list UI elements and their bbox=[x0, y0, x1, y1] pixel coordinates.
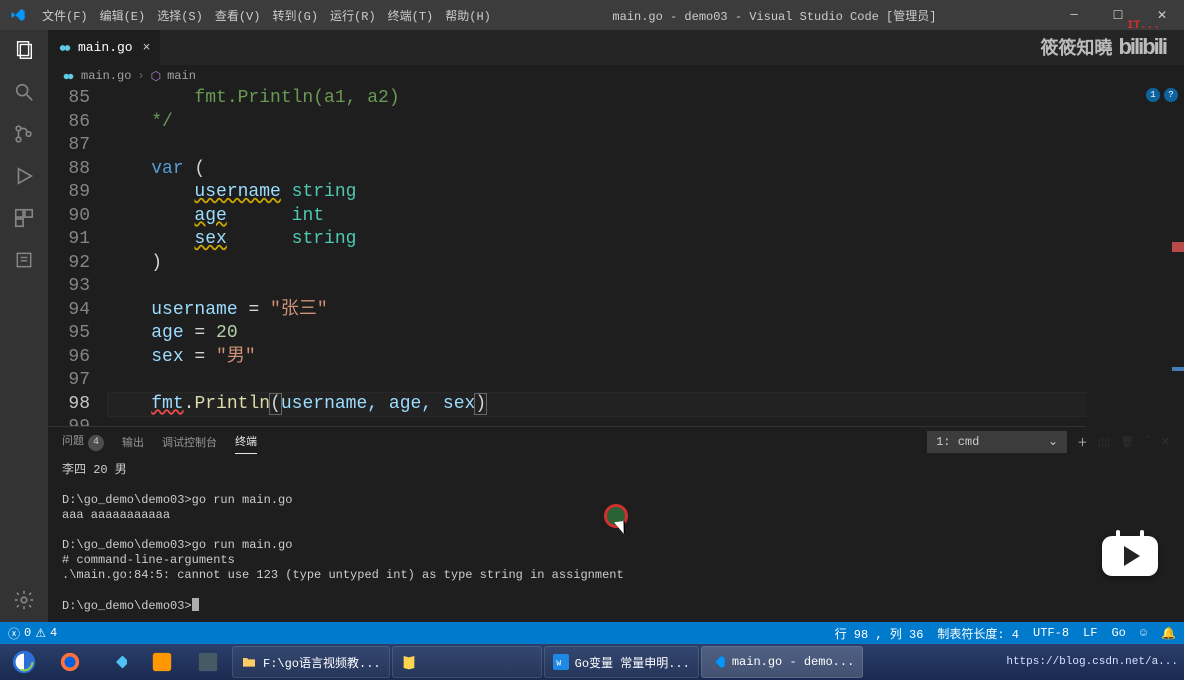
menu-selection[interactable]: 选择(S) bbox=[151, 7, 209, 24]
windows-taskbar: F:\go语言视频教... WGo变量 常量申明... main.go - de… bbox=[0, 644, 1184, 680]
system-tray[interactable]: https://blog.csdn.net/a... bbox=[1006, 656, 1184, 668]
status-bar: ⓧ0 ⚠4 行 98 , 列 36 制表符长度: 4 UTF-8 LF Go ☺… bbox=[0, 622, 1184, 644]
editor-actions: 1 ? bbox=[1146, 88, 1178, 102]
code-editor[interactable]: 858687888990919293949596979899 fmt.Print… bbox=[48, 87, 1184, 426]
chevron-right-icon: › bbox=[137, 69, 144, 83]
task-wps[interactable]: WGo变量 常量申明... bbox=[544, 646, 699, 678]
menu-help[interactable]: 帮助(H) bbox=[439, 7, 497, 24]
code-line: */ bbox=[108, 112, 173, 132]
terminal-cursor bbox=[192, 598, 199, 611]
status-encoding[interactable]: UTF-8 bbox=[1033, 626, 1069, 640]
window-title: main.go - demo03 - Visual Studio Code [管… bbox=[497, 7, 1052, 24]
task-notes[interactable] bbox=[392, 646, 542, 678]
video-play-button[interactable] bbox=[1102, 536, 1158, 576]
app-icon-1[interactable] bbox=[94, 646, 138, 678]
source-control-icon[interactable] bbox=[12, 122, 36, 146]
app-icon-2[interactable] bbox=[140, 646, 184, 678]
panel-tab-terminal[interactable]: 终端 bbox=[235, 429, 257, 454]
chevron-down-icon: ⌄ bbox=[1048, 434, 1058, 449]
editor-tabs: main.go × bbox=[48, 30, 1184, 65]
breadcrumb[interactable]: main.go › ⬡ main bbox=[48, 65, 1184, 87]
status-tab-size[interactable]: 制表符长度: 4 bbox=[937, 625, 1019, 642]
settings-gear-icon[interactable] bbox=[12, 588, 36, 612]
line-gutter: 858687888990919293949596979899 bbox=[48, 87, 108, 426]
problems-badge: 4 bbox=[88, 435, 104, 451]
menu-bar: 文件(F) 编辑(E) 选择(S) 查看(V) 转到(G) 运行(R) 终端(T… bbox=[36, 7, 497, 24]
status-bell-icon[interactable]: 🔔 bbox=[1161, 626, 1176, 641]
watermark: IT... 筱筱知曉 bilibili bbox=[1040, 34, 1166, 60]
firefox-icon[interactable] bbox=[48, 646, 92, 678]
go-file-icon bbox=[58, 41, 72, 55]
terminal-output[interactable]: 李四 20 男 D:\go_demo\demo03>go run main.go… bbox=[48, 457, 1184, 622]
run-debug-icon[interactable] bbox=[12, 164, 36, 188]
status-eol[interactable]: LF bbox=[1083, 626, 1097, 640]
status-language[interactable]: Go bbox=[1111, 626, 1125, 640]
terminal-select[interactable]: 1: cmd⌄ bbox=[927, 431, 1067, 453]
activity-bar bbox=[0, 30, 48, 622]
menu-file[interactable]: 文件(F) bbox=[36, 7, 94, 24]
status-errors-icon[interactable]: ⓧ bbox=[8, 625, 20, 642]
task-explorer[interactable]: F:\go语言视频教... bbox=[232, 646, 390, 678]
status-warnings-icon[interactable]: ⚠ bbox=[35, 626, 46, 641]
notification-badge[interactable]: 1 bbox=[1146, 88, 1160, 102]
status-feedback-icon[interactable]: ☺ bbox=[1140, 626, 1147, 640]
breadcrumb-symbol: main bbox=[167, 69, 196, 83]
menu-terminal[interactable]: 终端(T) bbox=[382, 7, 440, 24]
vscode-logo-icon bbox=[0, 7, 36, 23]
code-line: fmt.Println(a1, a2) bbox=[108, 88, 400, 108]
tab-close-icon[interactable]: × bbox=[143, 40, 151, 55]
search-icon[interactable] bbox=[12, 80, 36, 104]
extensions-icon[interactable] bbox=[12, 206, 36, 230]
recording-cursor-icon bbox=[604, 504, 628, 528]
menu-run[interactable]: 运行(R) bbox=[324, 7, 382, 24]
panel-tab-debug[interactable]: 调试控制台 bbox=[162, 430, 217, 454]
menu-go[interactable]: 转到(G) bbox=[266, 7, 324, 24]
tab-main-go[interactable]: main.go × bbox=[48, 30, 161, 65]
breadcrumb-file: main.go bbox=[81, 69, 131, 83]
panel-tab-problems[interactable]: 问题4 bbox=[62, 428, 104, 455]
panel-tab-output[interactable]: 输出 bbox=[122, 430, 144, 454]
title-bar: 文件(F) 编辑(E) 选择(S) 查看(V) 转到(G) 运行(R) 终端(T… bbox=[0, 0, 1184, 30]
menu-edit[interactable]: 编辑(E) bbox=[94, 7, 152, 24]
start-button[interactable] bbox=[2, 646, 46, 678]
app-icon-3[interactable] bbox=[186, 646, 230, 678]
menu-view[interactable]: 查看(V) bbox=[209, 7, 267, 24]
go-file-icon bbox=[62, 70, 75, 83]
outline-icon[interactable] bbox=[12, 248, 36, 272]
window-minimize-icon[interactable]: ─ bbox=[1052, 0, 1096, 30]
svg-text:W: W bbox=[556, 659, 561, 668]
minimap[interactable] bbox=[1086, 87, 1184, 447]
help-badge-icon[interactable]: ? bbox=[1164, 88, 1178, 102]
tab-label: main.go bbox=[78, 40, 133, 55]
bilibili-logo-icon: bilibili bbox=[1118, 34, 1166, 60]
explorer-icon[interactable] bbox=[12, 38, 36, 62]
task-vscode[interactable]: main.go - demo... bbox=[701, 646, 863, 678]
status-line-col[interactable]: 行 98 , 列 36 bbox=[835, 625, 924, 642]
